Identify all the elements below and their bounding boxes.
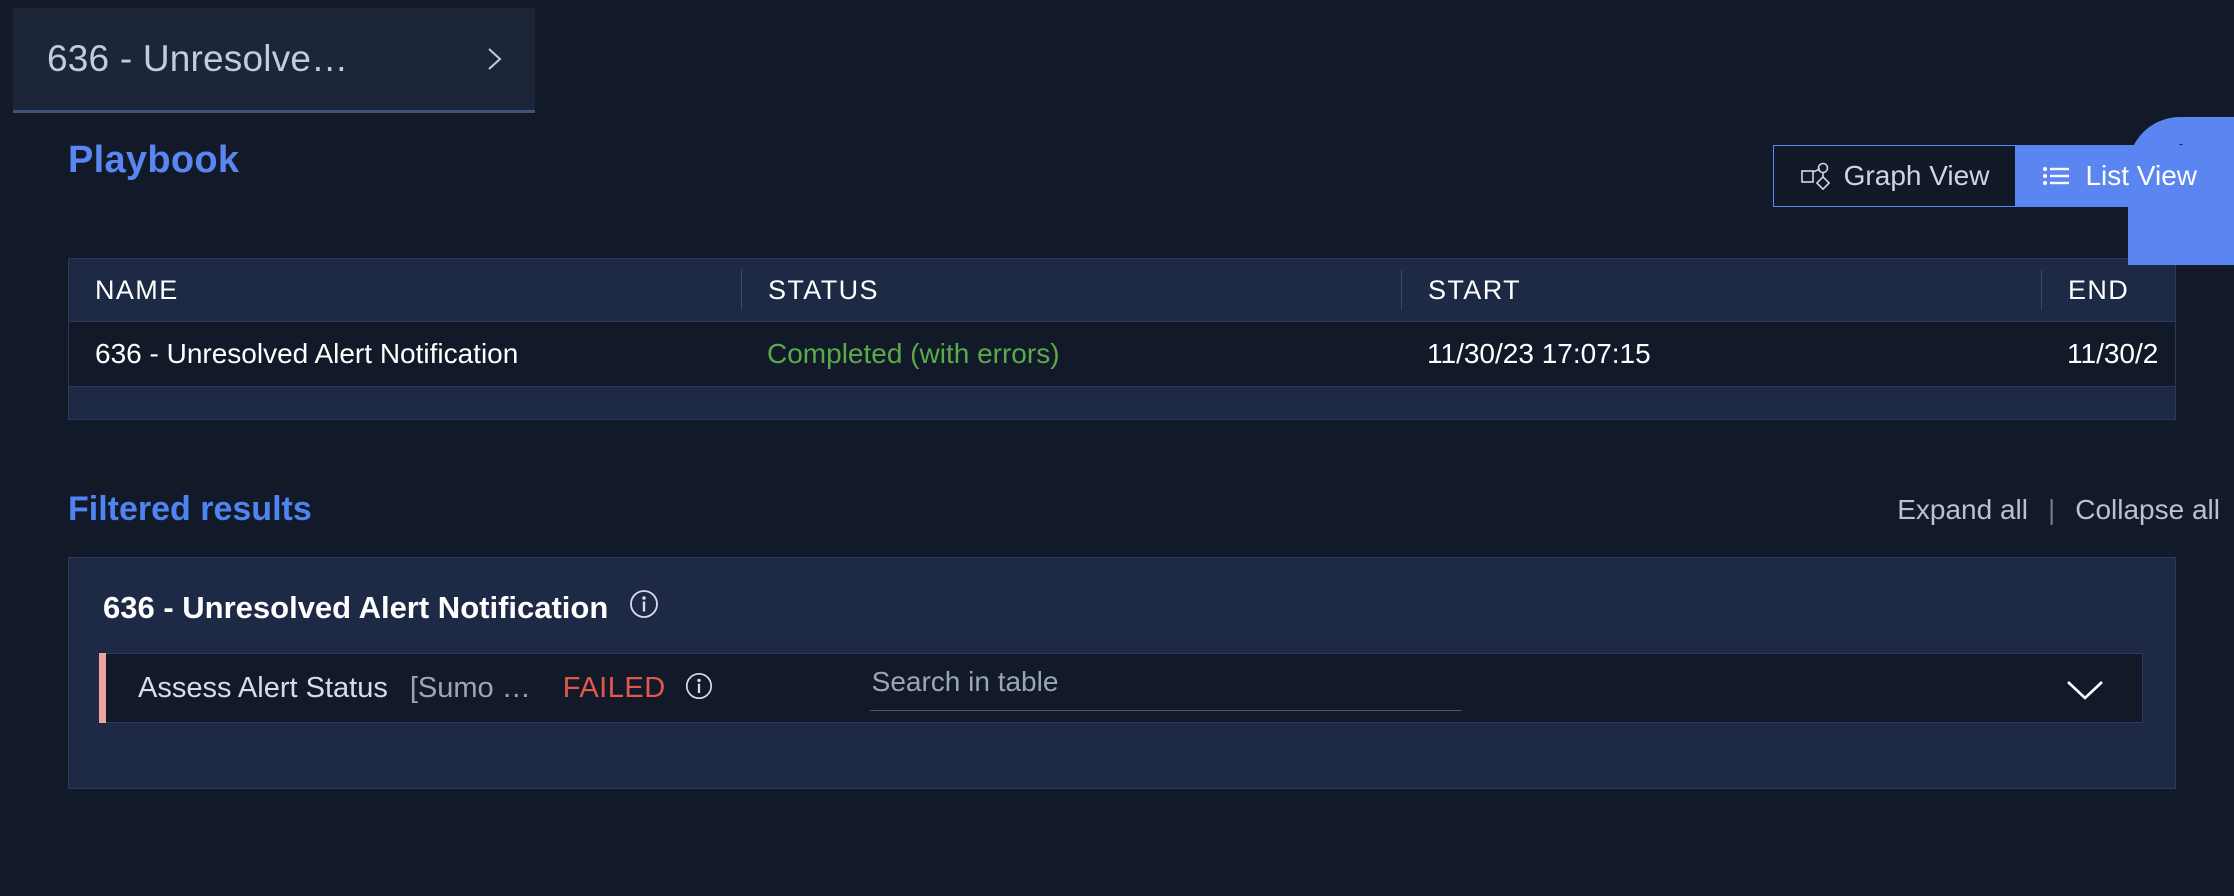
search-input[interactable] xyxy=(869,665,1462,711)
graph-view-button[interactable]: Graph View xyxy=(1773,146,2016,206)
list-view-label: List View xyxy=(2085,160,2197,191)
column-header-name[interactable]: NAME xyxy=(69,270,741,310)
expand-all-link[interactable]: Expand all xyxy=(1897,494,2028,526)
task-status-bar xyxy=(99,653,106,723)
chevron-right-icon xyxy=(481,46,507,72)
table-header-row: NAME STATUS START END xyxy=(69,259,2175,321)
column-header-start[interactable]: START xyxy=(1401,270,2041,310)
table-row[interactable]: 636 - Unresolved Alert Notification Comp… xyxy=(69,321,2175,387)
task-status-badge: FAILED xyxy=(562,671,666,704)
cell-status: Completed (with errors) xyxy=(767,338,1060,369)
column-header-end[interactable]: END xyxy=(2041,270,2175,310)
cell-end: 11/30/2 xyxy=(2067,338,2159,369)
graph-nodes-icon xyxy=(1800,161,1830,191)
task-integration: [Sumo … xyxy=(409,671,531,704)
list-view-button[interactable]: List View xyxy=(2015,146,2223,206)
bulleted-list-icon xyxy=(2041,161,2071,191)
cell-start: 11/30/23 17:07:15 xyxy=(1427,338,1651,369)
info-circle-icon[interactable] xyxy=(684,671,714,706)
info-circle-icon[interactable] xyxy=(628,588,660,628)
graph-view-label: Graph View xyxy=(1843,160,1990,191)
task-row-assess-alert-status[interactable]: Assess Alert Status [Sumo … FAILED xyxy=(99,653,2143,723)
view-toggle: Graph View List View xyxy=(1772,145,2224,207)
result-card: 636 - Unresolved Alert Notification Asse… xyxy=(68,557,2176,789)
collapse-all-link[interactable]: Collapse all xyxy=(2075,494,2220,526)
cell-name: 636 - Unresolved Alert Notification xyxy=(95,338,519,369)
filtered-results-title: Filtered results xyxy=(68,490,312,528)
page-title: Playbook xyxy=(68,139,240,181)
filtered-results-header: Filtered results Expand all | Collapse a… xyxy=(0,490,2234,550)
filtered-results-actions: Expand all | Collapse all xyxy=(1897,494,2220,526)
result-card-header: 636 - Unresolved Alert Notification xyxy=(103,588,660,628)
app-root: 636 - Unresolve… Playbook Graph View Lis… xyxy=(0,0,2234,896)
result-card-title: 636 - Unresolved Alert Notification xyxy=(103,590,609,625)
actions-separator: | xyxy=(2047,494,2056,525)
task-name: Assess Alert Status xyxy=(138,671,388,704)
breadcrumb-tab-incident[interactable]: 636 - Unresolve… xyxy=(13,8,535,113)
tab-bar: 636 - Unresolve… xyxy=(0,0,2234,117)
breadcrumb-tab-label: 636 - Unresolve… xyxy=(47,38,349,79)
column-header-status[interactable]: STATUS xyxy=(741,270,1401,310)
playbook-summary-table: NAME STATUS START END 636 - Unresolved A… xyxy=(68,258,2176,420)
table-footer xyxy=(69,387,2175,419)
search-in-table-wrapper xyxy=(869,665,1462,711)
playbook-header: Playbook Graph View List View xyxy=(0,117,2234,265)
chevron-down-icon[interactable] xyxy=(2064,676,2106,709)
